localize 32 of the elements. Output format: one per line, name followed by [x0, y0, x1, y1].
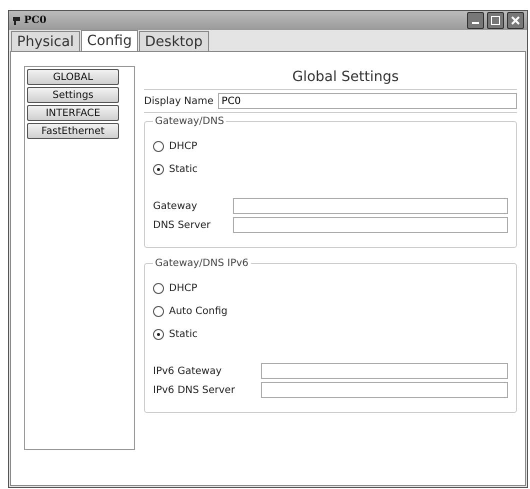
- tab[interactable]: Physical: [11, 31, 80, 51]
- sidebar-item[interactable]: GLOBAL: [27, 69, 119, 85]
- sidebar-item[interactable]: INTERFACE: [27, 105, 119, 121]
- input-field[interactable]: [233, 217, 508, 233]
- sidebar-item[interactable]: Settings: [27, 87, 119, 103]
- pc-icon: [12, 16, 21, 26]
- display-name-field[interactable]: PC0: [218, 93, 517, 109]
- radio-option[interactable]: Static: [153, 158, 508, 181]
- maximize-icon: [491, 16, 500, 25]
- field-label: IPv6 DNS Server: [153, 384, 236, 396]
- minimize-button[interactable]: [467, 12, 484, 29]
- panel-title: Global Settings: [144, 66, 517, 90]
- tab[interactable]: Desktop: [138, 31, 209, 51]
- field-label: IPv6 Gateway: [153, 366, 223, 376]
- radio-option[interactable]: Auto Config: [153, 300, 508, 323]
- radio-option[interactable]: Static: [153, 323, 508, 346]
- window-title: PC0: [24, 15, 48, 26]
- field-label: Gateway: [153, 200, 198, 212]
- input-field[interactable]: [261, 382, 508, 398]
- radio-option[interactable]: DHCP: [153, 277, 508, 300]
- close-icon: [511, 16, 520, 25]
- close-button[interactable]: [507, 12, 524, 29]
- radio-option[interactable]: DHCP: [153, 135, 508, 158]
- group-title: Gateway/DNS IPv6: [154, 258, 250, 269]
- input-field[interactable]: [233, 198, 508, 214]
- maximize-button[interactable]: [487, 12, 504, 29]
- sidebar-item[interactable]: FastEthernet: [27, 123, 119, 139]
- tab[interactable]: Config: [80, 30, 138, 51]
- field-label: DNS Server: [153, 220, 212, 230]
- input-field[interactable]: [261, 363, 508, 379]
- field-label: Display Name: [144, 96, 214, 106]
- group-title: Gateway/DNS: [154, 116, 226, 127]
